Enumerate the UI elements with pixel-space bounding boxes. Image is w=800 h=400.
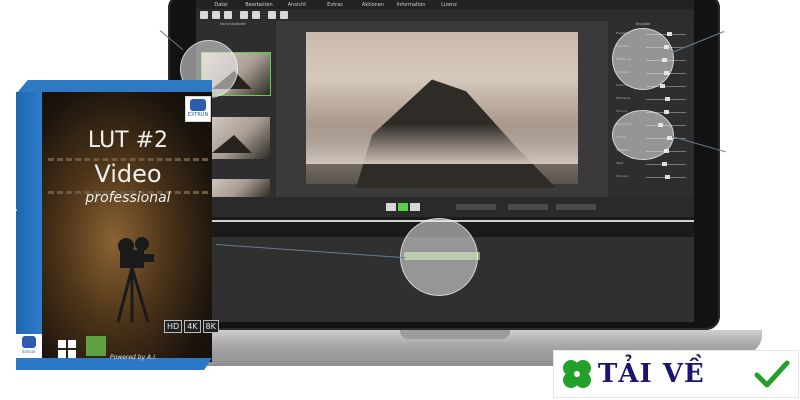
new-file-icon[interactable] <box>200 11 208 19</box>
format-dropdown[interactable] <box>456 204 496 210</box>
bottom-toolbar <box>196 197 694 217</box>
adjustment-panel-title: Eingabe <box>636 22 651 26</box>
single-view-icon[interactable] <box>398 203 408 211</box>
box-title-line3: professional <box>85 190 171 206</box>
product-box-spine <box>16 92 42 362</box>
menu-bar: Datei Bearbeiten Ansicht Extras Aktionen… <box>196 0 694 9</box>
box-title-line2: Video <box>94 160 162 188</box>
slider-label: Schwarz <box>616 174 629 178</box>
watermark-text: TẢI VỀ <box>598 359 705 389</box>
powered-by-text: Powered by A.I. <box>110 354 157 361</box>
magnifier-sliders-bottom <box>612 110 674 160</box>
menu-datei[interactable]: Datei <box>202 2 240 8</box>
menu-information[interactable]: Information <box>392 2 430 8</box>
box-spine-text: LUT Video #2 professional <box>0 113 18 326</box>
check-icon <box>754 360 790 388</box>
badge-4k: 4K <box>184 320 201 333</box>
video-preview <box>306 32 578 188</box>
windows-logo-icon <box>58 340 76 358</box>
slider-label: Weiß <box>616 161 624 165</box>
publisher-logo-icon <box>22 336 36 348</box>
slider-row: Weiß <box>616 161 690 167</box>
split-view-icon[interactable] <box>386 203 396 211</box>
undo-icon[interactable] <box>240 11 248 19</box>
slider-knob[interactable] <box>665 175 671 179</box>
slider-knob[interactable] <box>665 97 671 101</box>
preset-dropdown[interactable] <box>556 204 596 210</box>
menu-bearbeiten[interactable]: Bearbeiten <box>240 2 278 8</box>
toolbar <box>196 9 694 21</box>
thumbnail-lut-1[interactable] <box>202 117 270 159</box>
slider-row: Schwarz <box>616 174 690 180</box>
quality-dropdown[interactable] <box>508 204 548 210</box>
slider-label: Tönung <box>616 109 627 113</box>
slider-row: Farbtemp. <box>616 96 690 102</box>
compare-view-icon[interactable] <box>410 203 420 211</box>
film-projector-icon <box>116 237 154 323</box>
brand-logo-icon <box>190 99 206 111</box>
brand-logo-text: EXTRUN <box>187 112 209 118</box>
magnifier-playback-controls <box>400 218 478 296</box>
resolution-badges: HD 4K 8K <box>164 320 219 333</box>
magnifier-sliders-top <box>612 28 674 90</box>
slider-knob[interactable] <box>663 110 669 114</box>
menu-extras[interactable]: Extras <box>316 2 354 8</box>
thumbnail-lut-2[interactable] <box>202 179 270 197</box>
save-icon[interactable] <box>224 11 232 19</box>
redo-icon[interactable] <box>252 11 260 19</box>
menu-ansicht[interactable]: Ansicht <box>278 2 316 8</box>
menu-lizenz[interactable]: Lizenz <box>430 2 468 8</box>
slider-knob[interactable] <box>667 32 672 36</box>
watermark-banner: TẢI VỀ <box>553 350 799 398</box>
open-folder-icon[interactable] <box>212 11 220 19</box>
green-app-icon <box>86 336 106 356</box>
menu-aktionen[interactable]: Aktionen <box>354 2 392 8</box>
slider-label: Farbtemp. <box>616 96 632 100</box>
histogram-icon[interactable] <box>280 11 288 19</box>
publisher-logo: Extrun <box>16 334 42 358</box>
laptop-base-notch <box>400 330 510 339</box>
brand-logo: EXTRUN <box>185 96 211 122</box>
badge-hd: HD <box>164 320 183 333</box>
box-title-line1: LUT #2 <box>87 128 169 153</box>
export-icon[interactable] <box>268 11 276 19</box>
slider-knob[interactable] <box>661 162 667 166</box>
badge-8k: 8K <box>202 320 219 333</box>
slider-knob[interactable] <box>660 84 665 88</box>
thumbnail-panel-title: Vorschaubilder <box>220 22 247 26</box>
four-leaf-clover-icon <box>563 360 591 388</box>
publisher-logo-text: Extrun <box>22 349 36 354</box>
preview-fog <box>306 124 578 164</box>
